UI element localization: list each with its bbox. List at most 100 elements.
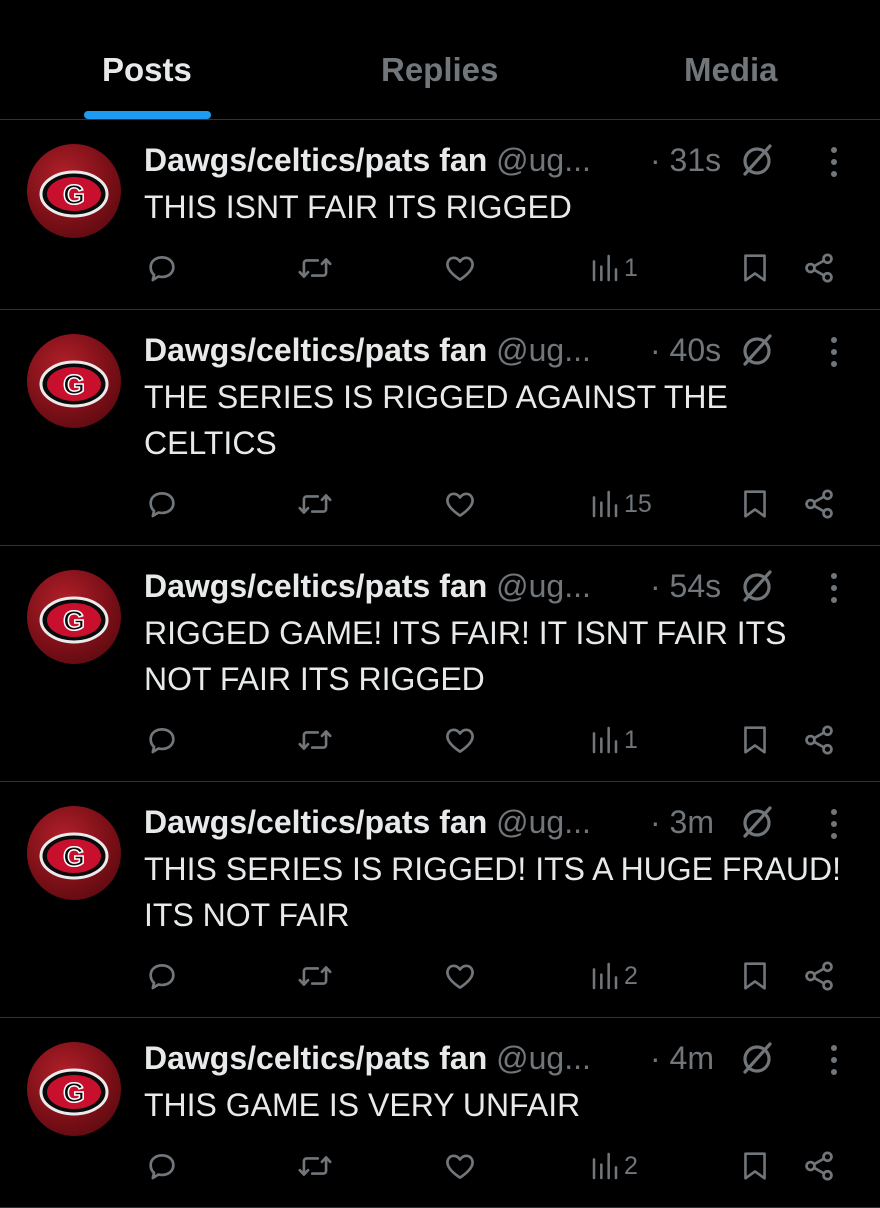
post[interactable]: G Dawgs/celtics/pats fan @ug... · 54s RI… [0,546,880,782]
reply-button[interactable] [145,248,179,288]
avatar[interactable]: G [27,1042,121,1136]
post[interactable]: G Dawgs/celtics/pats fan @ug... · 4m THI… [0,1018,880,1208]
share-icon [805,253,833,283]
post[interactable]: G Dawgs/celtics/pats fan @ug... · 31s TH… [0,120,880,310]
share-button[interactable] [802,248,836,288]
bookmark-button[interactable] [740,1146,770,1186]
avatar[interactable]: G [27,334,121,428]
repost-icon [298,966,332,986]
reply-icon [149,492,175,518]
avatar[interactable]: G [27,144,121,238]
tab-posts[interactable]: Posts [102,50,192,90]
muted-badge-icon [737,802,777,842]
bookmark-button[interactable] [740,720,770,760]
repost-icon [298,1156,332,1176]
views-button[interactable]: 2 [590,1146,638,1186]
repost-button[interactable] [297,248,333,288]
post-text: RIGGED GAME! ITS FAIR! IT ISNT FAIR ITS … [144,615,787,697]
post-text: THIS ISNT FAIR ITS RIGGED [144,189,572,225]
views-button[interactable]: 15 [590,484,652,524]
svg-text:G: G [63,179,85,210]
views-count: 1 [624,726,638,754]
like-button[interactable] [443,956,477,996]
post[interactable]: G Dawgs/celtics/pats fan @ug... · 3m THI… [0,782,880,1018]
post-timestamp[interactable]: · 54s [650,566,721,606]
post-actions: 2 [0,1146,880,1186]
avatar[interactable]: G [27,570,121,664]
repost-button[interactable] [297,956,333,996]
author-handle[interactable]: @ug... [496,332,591,368]
author-handle[interactable]: @ug... [496,804,591,840]
author-handle[interactable]: @ug... [496,142,591,178]
reply-button[interactable] [145,484,179,524]
views-icon [592,254,618,282]
share-button[interactable] [802,1146,836,1186]
like-button[interactable] [443,720,477,760]
author-name[interactable]: Dawgs/celtics/pats fan [144,332,487,368]
bookmark-button[interactable] [740,248,770,288]
reply-button[interactable] [145,720,179,760]
views-button[interactable]: 1 [590,248,638,288]
post-header: Dawgs/celtics/pats fan @ug... [144,802,591,842]
more-icon[interactable] [820,144,848,180]
like-button[interactable] [443,1146,477,1186]
post-timestamp[interactable]: · 31s [650,140,721,180]
like-icon [446,1154,474,1179]
repost-button[interactable] [297,1146,333,1186]
views-button[interactable]: 1 [590,720,638,760]
reply-icon [149,964,175,990]
tab-media[interactable]: Media [684,50,778,90]
post-timestamp[interactable]: · 4m [650,1038,714,1078]
repost-button[interactable] [297,720,333,760]
muted-badge-icon [737,140,777,180]
avatar[interactable]: G [27,806,121,900]
views-icon [592,1152,618,1180]
more-icon[interactable] [820,806,848,842]
share-button[interactable] [802,956,836,996]
post-actions: 2 [0,956,880,996]
more-icon[interactable] [820,1042,848,1078]
muted-badge-icon [737,330,777,370]
like-icon [446,964,474,989]
post-text: THE SERIES IS RIGGED AGAINST THE CELTICS [144,379,728,461]
like-button[interactable] [443,248,477,288]
author-name[interactable]: Dawgs/celtics/pats fan [144,804,487,840]
bookmark-button[interactable] [740,956,770,996]
views-icon [592,726,618,754]
author-name[interactable]: Dawgs/celtics/pats fan [144,1040,487,1076]
share-icon [805,489,833,519]
share-button[interactable] [802,484,836,524]
post[interactable]: G Dawgs/celtics/pats fan @ug... · 40s TH… [0,310,880,546]
author-handle[interactable]: @ug... [496,568,591,604]
post-text: THIS SERIES IS RIGGED! ITS A HUGE FRAUD!… [144,851,842,933]
views-count: 1 [624,254,638,282]
post-actions: 1 [0,248,880,288]
svg-text:G: G [63,841,85,872]
views-icon [592,962,618,990]
post-timestamp[interactable]: · 40s [650,330,721,370]
post-header: Dawgs/celtics/pats fan @ug... [144,566,591,606]
muted-badge-icon [737,1038,777,1078]
reply-icon [149,728,175,754]
reply-button[interactable] [145,1146,179,1186]
bookmark-icon [744,254,766,282]
like-button[interactable] [443,484,477,524]
more-icon[interactable] [820,334,848,370]
muted-badge-icon [737,566,777,606]
tab-replies[interactable]: Replies [381,50,498,90]
reply-icon [149,1154,175,1180]
bookmark-icon [744,1152,766,1180]
post-timestamp[interactable]: · 3m [650,802,714,842]
reply-button[interactable] [145,956,179,996]
views-button[interactable]: 2 [590,956,638,996]
more-icon[interactable] [820,570,848,606]
post-actions: 15 [0,484,880,524]
author-handle[interactable]: @ug... [496,1040,591,1076]
post-actions: 1 [0,720,880,760]
svg-text:G: G [63,369,85,400]
author-name[interactable]: Dawgs/celtics/pats fan [144,568,487,604]
repost-button[interactable] [297,484,333,524]
share-button[interactable] [802,720,836,760]
bookmark-button[interactable] [740,484,770,524]
author-name[interactable]: Dawgs/celtics/pats fan [144,142,487,178]
